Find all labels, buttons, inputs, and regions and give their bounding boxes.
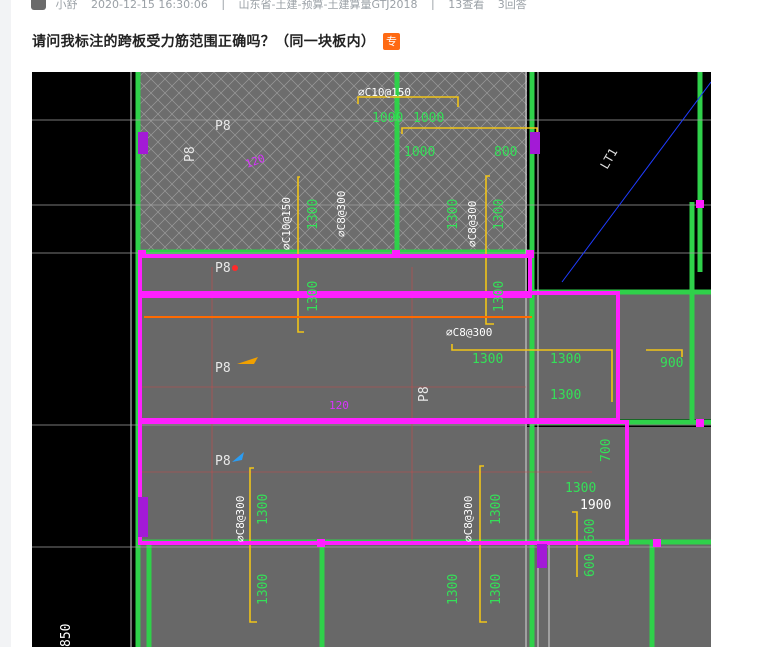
length-label: 1300 [306, 281, 321, 312]
length-label: 1300 [446, 574, 461, 605]
rebar-spec: ⌀C8@300 [446, 326, 492, 339]
length-label: 1300 [565, 481, 596, 496]
author-name[interactable]: 小舒 [56, 0, 78, 10]
length-label: 1300 [306, 199, 321, 230]
slab-label: P8 [183, 146, 198, 162]
post-datetime: 2020-12-15 16:30:06 [91, 0, 208, 10]
length-label: 1300 [256, 574, 271, 605]
rebar-spec: ⌀C8@300 [335, 191, 348, 237]
length-label: 1000 [413, 111, 444, 126]
rebar-spec: ⌀C8@300 [234, 496, 247, 542]
slab-area [697, 294, 711, 419]
length-label: 1000 [372, 111, 403, 126]
slab-area [527, 427, 711, 547]
slab-label: P8 [215, 261, 231, 276]
length-label: 1300 [472, 352, 503, 367]
slab-label: P8 [417, 386, 432, 402]
view-count: 13查看 [448, 0, 485, 10]
slab-thickness: 120 [329, 399, 349, 412]
expert-badge: 专 [383, 33, 401, 50]
length-label: 700 [599, 439, 614, 462]
length-label: 1900 [580, 498, 611, 513]
cad-drawing: LT1 P8 P8 P8 P8 P8 P8 ⌀C10@150 ⌀C10@150 … [32, 72, 711, 647]
separator: | [221, 0, 226, 10]
length-label: 1300 [489, 574, 504, 605]
length-label: 1300 [550, 388, 581, 403]
rebar-spec: ⌀C8@300 [462, 496, 475, 542]
length-label: 600 [583, 519, 598, 542]
red-dot-marker [232, 265, 238, 271]
slab-label: P8 [215, 361, 231, 376]
beam-label-lt1: LT1 [597, 146, 620, 172]
slab-area [527, 547, 711, 647]
length-label: 850 [59, 624, 74, 647]
rebar-spec: ⌀C8@300 [466, 201, 479, 247]
length-label: 800 [494, 145, 517, 160]
length-label: 900 [660, 356, 683, 371]
length-label: 1300 [256, 494, 271, 525]
question-title: 请问我标注的跨板受力筋范围正确吗？（同一块板内） 专 [32, 31, 401, 51]
question-title-text: 请问我标注的跨板受力筋范围正确吗？（同一块板内） [32, 34, 376, 50]
length-label: 1300 [446, 199, 461, 230]
length-label: 1300 [489, 494, 504, 525]
slab-area [137, 254, 527, 647]
length-label: 1300 [550, 352, 581, 367]
length-label: 1300 [492, 199, 507, 230]
length-label: 1300 [492, 281, 507, 312]
rebar-spec: ⌀C10@150 [280, 197, 293, 250]
answer-count: 3回答 [497, 0, 527, 10]
rebar-spec: ⌀C10@150 [358, 86, 411, 99]
length-label: 1000 [404, 145, 435, 160]
slab-label: P8 [215, 454, 231, 469]
separator: | [431, 0, 435, 10]
avatar[interactable] [31, 0, 46, 10]
stair-diagonal [561, 81, 711, 283]
length-label: 600 [583, 554, 598, 577]
post-meta: 小舒 2020-12-15 16:30:06 | 山东省-土建-预算-土建算量G… [31, 0, 751, 10]
slab-label: P8 [215, 119, 231, 134]
page-left-rail [0, 0, 11, 647]
cad-drawing-image[interactable]: LT1 P8 P8 P8 P8 P8 P8 ⌀C10@150 ⌀C10@150 … [32, 72, 711, 647]
post-category[interactable]: 山东省-土建-预算-土建算量GTJ2018 [239, 0, 418, 10]
